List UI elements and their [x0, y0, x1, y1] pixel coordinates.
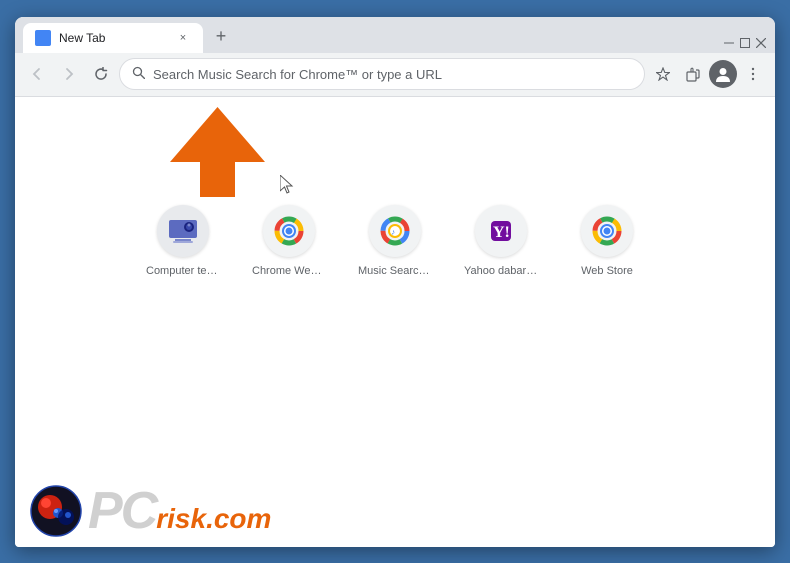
tab-title: New Tab: [59, 31, 167, 45]
address-input-text: Search Music Search for Chrome™ or type …: [153, 67, 632, 82]
shortcut-icon-web-store: [581, 205, 633, 257]
svg-text:Y!: Y!: [493, 224, 510, 241]
close-window-button[interactable]: [755, 37, 767, 49]
shortcut-yahoo[interactable]: Y! Yahoo dabar y...: [456, 197, 546, 285]
shortcut-web-store[interactable]: Web Store: [562, 197, 652, 285]
shortcut-label-web-store: Web Store: [570, 265, 644, 277]
profile-button[interactable]: [709, 60, 737, 88]
extension-button[interactable]: [679, 60, 707, 88]
browser-window: New Tab × +: [15, 17, 775, 547]
window-controls: [723, 37, 767, 53]
tab-favicon: [35, 30, 51, 46]
tab-close-button[interactable]: ×: [175, 30, 191, 46]
menu-button[interactable]: [739, 60, 767, 88]
shortcut-icon-chrome-web: [263, 205, 315, 257]
address-bar[interactable]: Search Music Search for Chrome™ or type …: [119, 58, 645, 90]
shortcut-label-music-search: Music Search ...: [358, 265, 432, 277]
shortcut-computer-tec[interactable]: Computer tec...: [138, 197, 228, 285]
shortcut-label-chrome-web: Chrome Web ...: [252, 265, 326, 277]
shortcut-icon-yahoo: Y!: [475, 205, 527, 257]
pcrisk-watermark: PC risk.com: [30, 485, 271, 537]
address-bar-search-icon: [132, 66, 145, 82]
title-bar: New Tab × +: [15, 17, 775, 53]
browser-toolbar: Search Music Search for Chrome™ or type …: [15, 53, 775, 97]
forward-button[interactable]: [55, 60, 83, 88]
shortcut-music-search[interactable]: ♪ Music Search ...: [350, 197, 440, 285]
pcrisk-risk-text: risk.com: [156, 505, 271, 533]
minimize-button[interactable]: [723, 37, 735, 49]
bookmark-button[interactable]: [649, 60, 677, 88]
pcrisk-logo: PC risk.com: [30, 485, 271, 537]
svg-text:♪: ♪: [391, 227, 395, 236]
shortcut-chrome-web[interactable]: Chrome Web ...: [244, 197, 334, 285]
maximize-button[interactable]: [739, 37, 751, 49]
browser-tab[interactable]: New Tab ×: [23, 23, 203, 53]
shortcut-icon-computer-tec: [157, 205, 209, 257]
reload-button[interactable]: [87, 60, 115, 88]
toolbar-icons: [649, 60, 767, 88]
pcrisk-pc-text: PC: [88, 485, 156, 537]
new-tab-button[interactable]: +: [207, 23, 235, 51]
shortcut-icon-music-search: ♪: [369, 205, 421, 257]
pcrisk-text-block: PC risk.com: [88, 485, 271, 537]
shortcut-label-computer-tec: Computer tec...: [146, 265, 220, 277]
main-content: Computer tec... Chrome Web ...: [15, 97, 775, 547]
shortcuts-grid: Computer tec... Chrome Web ...: [138, 197, 652, 285]
back-button[interactable]: [23, 60, 51, 88]
shortcut-label-yahoo: Yahoo dabar y...: [464, 265, 538, 277]
pcrisk-orb-icon: [30, 485, 82, 537]
